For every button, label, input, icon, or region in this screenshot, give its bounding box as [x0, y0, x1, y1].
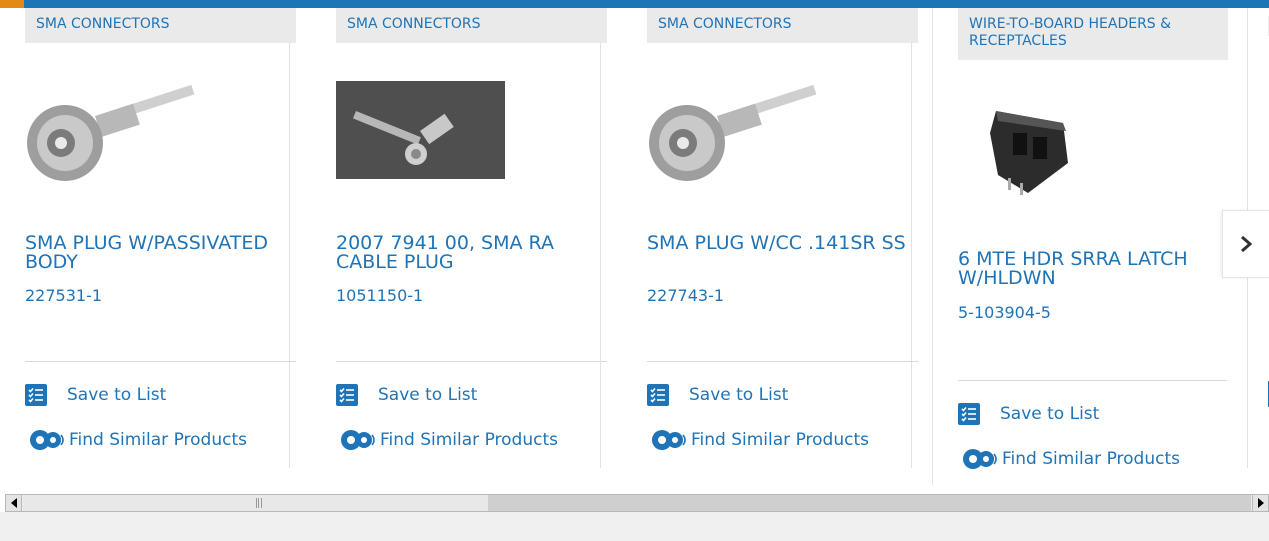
gears-icon	[336, 429, 378, 451]
find-label: Find Similar Products	[1002, 449, 1180, 469]
save-to-list-button[interactable]: Save to List	[958, 403, 1099, 425]
product-card: SMA CONNECTORS SMA PLUG W/CC .141SR SS 2…	[622, 8, 918, 468]
horizontal-scrollbar[interactable]	[5, 494, 1269, 512]
divider	[958, 380, 1227, 381]
checklist-icon	[25, 384, 47, 406]
save-label: Save to List	[1000, 404, 1100, 424]
carousel-next-button[interactable]	[1222, 210, 1269, 278]
gears-icon	[25, 429, 67, 451]
product-carousel: SMA CONNECTORS SMA PLUG W/PASSIVATED BOD…	[0, 0, 1269, 541]
product-card: SMA CONNECTORS 2007 7941 00, SMA RA CABL…	[311, 8, 607, 468]
find-similar-button[interactable]: Find Similar Products	[336, 429, 558, 451]
scroll-right-button[interactable]	[1252, 495, 1268, 511]
part-number[interactable]: 5-103904-5	[958, 303, 1051, 322]
save-label: Save to List	[378, 385, 478, 405]
product-card: WIRE-TO-BOARD HEADERS & RECEPTACLES 6 MT…	[932, 8, 1228, 485]
top-accent-bar	[0, 0, 1269, 8]
product-image[interactable]	[25, 81, 197, 191]
product-image[interactable]	[336, 81, 505, 179]
product-title[interactable]: SMA PLUG W/PASSIVATED BODY	[25, 234, 305, 272]
gears-icon	[958, 448, 1000, 470]
find-label: Find Similar Products	[691, 430, 869, 450]
divider	[25, 361, 296, 362]
part-number[interactable]: 227743-1	[647, 286, 724, 305]
checklist-icon	[647, 384, 669, 406]
save-to-list-button[interactable]: Save to List	[647, 384, 788, 406]
scroll-thumb[interactable]	[23, 495, 488, 511]
find-similar-button[interactable]: Find Similar Products	[25, 429, 247, 451]
category-label[interactable]: WIRE-TO-BOARD HEADERS & RECEPTACLES	[958, 8, 1228, 60]
find-similar-button[interactable]: Find Similar Products	[647, 429, 869, 451]
save-to-list-button[interactable]: Save to List	[336, 384, 477, 406]
checklist-icon	[958, 403, 980, 425]
scroll-left-button[interactable]	[6, 495, 22, 511]
find-similar-button[interactable]: Find Similar Products	[958, 448, 1180, 470]
checklist-icon	[336, 384, 358, 406]
product-image[interactable]	[968, 93, 1098, 203]
find-label: Find Similar Products	[69, 430, 247, 450]
category-label[interactable]: SMA CONNECTORS	[647, 8, 918, 43]
product-card: SMA CONNECTORS SMA PLUG W/PASSIVATED BOD…	[0, 8, 296, 468]
category-label[interactable]: SMA CONNECTORS	[336, 8, 607, 43]
divider	[647, 361, 918, 362]
scroll-track[interactable]	[488, 495, 1251, 511]
divider	[336, 361, 607, 362]
find-label: Find Similar Products	[380, 430, 558, 450]
save-label: Save to List	[67, 385, 167, 405]
grip-icon	[256, 498, 262, 508]
save-to-list-button[interactable]: Save to List	[25, 384, 166, 406]
product-title[interactable]: 6 MTE HDR SRRA LATCH W/HLDWN	[958, 250, 1228, 288]
arrow-left-icon	[10, 498, 17, 508]
gears-icon	[647, 429, 689, 451]
save-label: Save to List	[689, 385, 789, 405]
product-title[interactable]: 2007 7941 00, SMA RA CABLE PLUG	[336, 234, 616, 272]
part-number[interactable]: 1051150-1	[336, 286, 423, 305]
chevron-right-icon	[1241, 235, 1253, 253]
arrow-right-icon	[1257, 498, 1264, 508]
part-number[interactable]: 227531-1	[25, 286, 102, 305]
category-label[interactable]: SMA CONNECTORS	[25, 8, 296, 43]
product-title[interactable]: SMA PLUG W/CC .141SR SS	[647, 234, 927, 253]
bottom-panel	[0, 512, 1269, 541]
product-image[interactable]	[647, 81, 819, 191]
